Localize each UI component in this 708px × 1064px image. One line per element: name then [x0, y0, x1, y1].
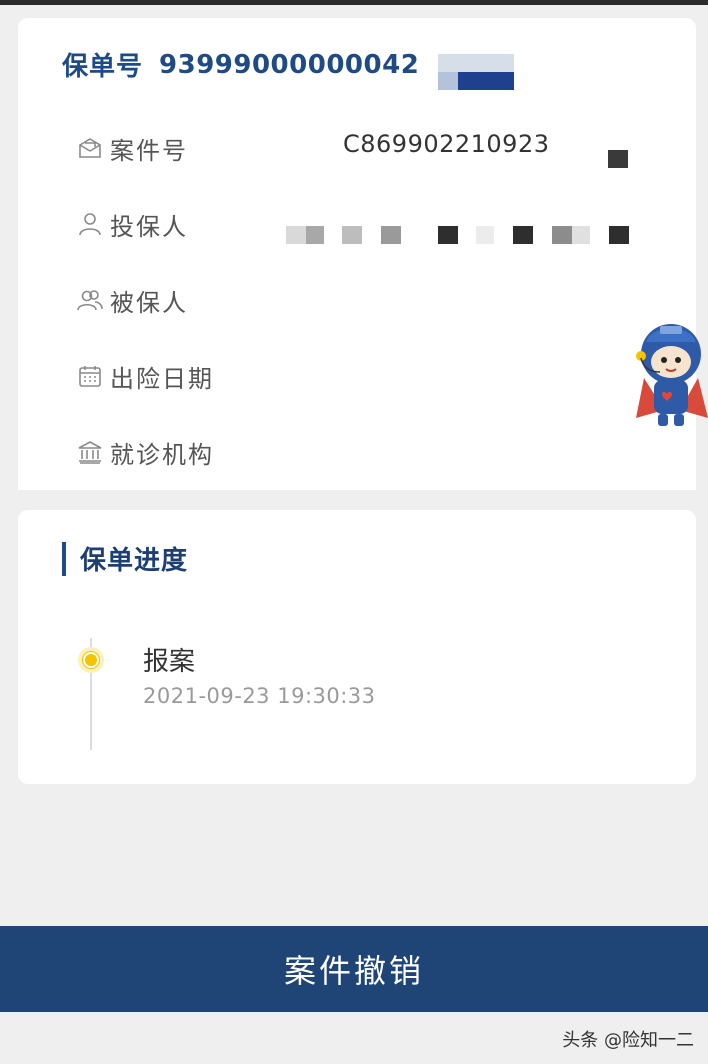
timeline-dot-icon	[78, 647, 104, 673]
policy-info-card: 保单号 93999000000042 案件号 C869902210923 投保人	[18, 18, 696, 490]
person-icon	[76, 210, 104, 238]
policy-number-value: 93999000000042	[159, 49, 420, 80]
case-number-value: C869902210923	[343, 130, 550, 158]
timeline-event-title: 报案	[143, 647, 196, 677]
envelope-icon	[76, 134, 104, 162]
progress-section-title: 保单进度	[62, 540, 188, 577]
field-medical-institution: 就诊机构	[76, 432, 214, 472]
people-icon	[76, 286, 104, 314]
bank-icon	[76, 438, 104, 466]
field-label: 就诊机构	[110, 440, 214, 469]
field-incident-date: 出险日期	[76, 356, 214, 396]
policy-progress-card: 保单进度 报案 2021-09-23 19:30:33	[18, 510, 696, 784]
field-insured: 被保人	[76, 280, 188, 320]
field-policyholder: 投保人	[76, 204, 188, 244]
watermark-text: 头条 @险知一二	[562, 1030, 694, 1051]
case-number-mosaic	[608, 150, 628, 168]
section-accent-bar	[62, 541, 66, 576]
top-strip	[0, 0, 708, 5]
mascot-assistant-icon[interactable]	[634, 318, 708, 430]
cancel-case-button[interactable]: 案件撤销	[0, 926, 708, 1012]
policy-number-row: 保单号 93999000000042	[62, 46, 419, 83]
field-label: 被保人	[110, 288, 188, 317]
progress-title: 保单进度	[80, 546, 189, 576]
field-label: 案件号	[110, 136, 188, 165]
field-label: 出险日期	[110, 364, 214, 393]
calendar-icon	[76, 362, 104, 390]
policy-number-label: 保单号	[62, 52, 144, 82]
field-label: 投保人	[110, 212, 188, 241]
policy-number-mosaic	[438, 54, 514, 90]
field-case-number: 案件号	[76, 128, 188, 168]
timeline-event-time: 2021-09-23 19:30:33	[143, 684, 376, 708]
